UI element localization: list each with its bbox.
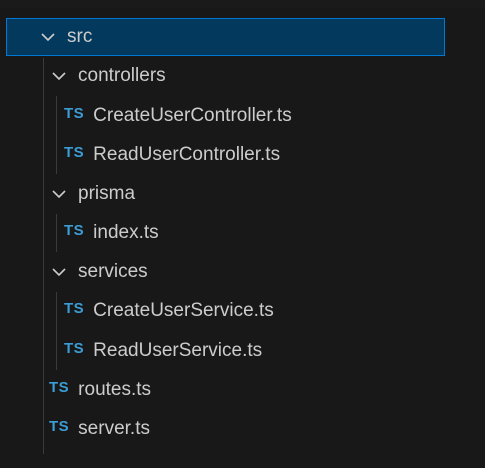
tree-item-label: services: [78, 261, 148, 282]
tree-item-label: index.ts: [93, 222, 159, 243]
tree-item-label: src: [67, 26, 93, 47]
typescript-file-icon: TS: [64, 104, 85, 122]
tree-folder-prisma[interactable]: prisma: [0, 175, 485, 213]
tree-folder-src[interactable]: src: [6, 18, 445, 56]
typescript-file-icon: TS: [49, 417, 70, 435]
typescript-file-icon: TS: [64, 299, 85, 317]
tree-item-label: ReadUserController.ts: [93, 144, 281, 165]
tree-file-server[interactable]: TS server.ts: [0, 410, 485, 448]
typescript-file-icon: TS: [49, 378, 70, 396]
chevron-down-icon[interactable]: [50, 263, 68, 281]
tree-item-label: controllers: [78, 65, 166, 86]
typescript-file-icon: TS: [64, 143, 85, 161]
file-explorer: src controllers TS CreateUserController.…: [0, 0, 485, 468]
tree-item-label: prisma: [78, 183, 136, 204]
chevron-down-icon[interactable]: [50, 67, 68, 85]
chevron-down-icon[interactable]: [50, 185, 68, 203]
tree-file-readusercontroller[interactable]: TS ReadUserController.ts: [0, 136, 485, 174]
tree-item-label: CreateUserController.ts: [93, 105, 292, 126]
tree-item-label: ReadUserService.ts: [93, 340, 263, 361]
chevron-down-icon[interactable]: [39, 28, 57, 46]
tree-folder-services[interactable]: services: [0, 253, 485, 291]
typescript-file-icon: TS: [64, 221, 85, 239]
explorer-top-edge: [0, 0, 485, 8]
tree-file-readuserservice[interactable]: TS ReadUserService.ts: [0, 332, 485, 370]
tree-item-label: routes.ts: [78, 379, 152, 400]
typescript-file-icon: TS: [64, 339, 85, 357]
tree-file-createuserservice[interactable]: TS CreateUserService.ts: [0, 292, 485, 330]
tree-file-createusercontroller[interactable]: TS CreateUserController.ts: [0, 97, 485, 135]
tree-item-label: CreateUserService.ts: [93, 300, 274, 321]
tree-folder-controllers[interactable]: controllers: [0, 57, 485, 95]
tree-item-label: server.ts: [78, 418, 150, 439]
tree-file-index[interactable]: TS index.ts: [0, 214, 485, 252]
tree-file-routes[interactable]: TS routes.ts: [0, 371, 485, 409]
